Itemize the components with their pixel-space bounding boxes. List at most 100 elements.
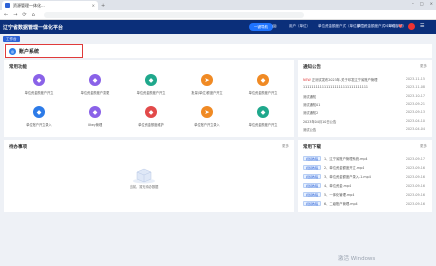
notice-date: 2023-04-10 (405, 118, 425, 123)
browser-tab-title: 资源管理一体化... (13, 2, 45, 8)
function-icon: ◆ (33, 74, 45, 86)
function-label: Ukey管理 (87, 123, 103, 127)
download-tag: 视频教程 (303, 174, 322, 179)
notice-row[interactable]: 1111111111111111111111111111111 2023-11-0… (303, 85, 425, 89)
function-icon: ◆ (33, 106, 45, 118)
year-selector[interactable]: 2023年 (384, 24, 396, 29)
notice-title: 测试通知2 (303, 110, 406, 115)
notices-title: 通知公告 (303, 65, 321, 70)
close-window-button[interactable]: × (430, 1, 433, 6)
download-name: 4、单位资金.mp4 (324, 184, 352, 188)
function-label: 单位资金额度户变更 (80, 91, 110, 95)
common-functions-title: 常用功能 (9, 65, 27, 70)
notice-row[interactable]: 测试通知2 2023-09-13 (303, 110, 425, 115)
download-row[interactable]: 视频教程 2、单位资金额度开立.mp4 2023-09-16 (303, 165, 425, 170)
download-tag: 视频教程 (303, 165, 322, 170)
function-item[interactable]: ➤ 单位账户开立录入 (182, 106, 232, 127)
tab-close-icon[interactable]: × (92, 3, 95, 8)
mail-icon[interactable]: ✉ (271, 23, 278, 30)
download-date: 2023-09-16 (405, 165, 425, 170)
new-tab-button[interactable]: + (101, 3, 105, 9)
notice-title-text: 测试通知2 (303, 111, 319, 116)
reload-icon[interactable]: ⟳ (22, 12, 26, 18)
download-name: 3、单位资金额度户录入-1.mp4 (324, 175, 371, 179)
download-row[interactable]: 视频教程 3、单位资金额度户录入-1.mp4 2023-09-16 (303, 174, 425, 179)
function-item[interactable]: ◆ 单位资金额度户开立 (238, 74, 288, 95)
function-icon: ◆ (257, 106, 269, 118)
window-controls: – □ × (412, 1, 433, 6)
download-row[interactable]: 视频教程 6、二级账户管理.mp4 2023-09-16 (303, 201, 425, 206)
function-label: 单位资金额度户开立 (136, 91, 166, 95)
download-row[interactable]: 视频教程 4、单位资金.mp4 2023-09-16 (303, 183, 425, 188)
function-item[interactable]: ◆ 单位资金额度户开立 (126, 74, 176, 95)
notice-title: 测试公告 (303, 127, 406, 132)
function-label: 单位账户开立录入 (26, 123, 52, 127)
todo-empty-text: 当前，暂无待办数据 (129, 185, 159, 189)
account-system-button[interactable]: ◎ 账户系统 (5, 44, 84, 58)
menu-icon[interactable]: ☰ (420, 23, 424, 29)
download-tag: 视频教程 (303, 156, 322, 161)
function-item[interactable]: ◆ Ukey管理 (70, 106, 120, 127)
download-date: 2023-09-16 (405, 183, 425, 188)
todo-title: 待办事项 (9, 145, 27, 150)
function-label: 单位资金额度户开立 (248, 91, 278, 95)
notice-date: 2023-10-17 (405, 93, 425, 98)
notice-title-text: 测试通知 (303, 94, 317, 99)
notices-more-link[interactable]: 更多 (420, 64, 427, 69)
notice-row[interactable]: 测试通知 2023-10-17 (303, 94, 425, 99)
account-system-label: 账户系统 (19, 48, 40, 55)
notice-row[interactable]: 测试通知01 2023-09-21 (303, 102, 425, 107)
home-icon[interactable]: ⌂ (32, 12, 35, 18)
user-label[interactable]: 用户（单位） (289, 24, 310, 29)
function-item[interactable]: ◆ 单位资金额度维护 (126, 106, 176, 127)
minimize-button[interactable]: – (412, 1, 414, 6)
empty-box-icon (133, 168, 155, 184)
download-date: 2023-09-16 (405, 174, 425, 179)
function-item[interactable]: ➤ 批量(单位)额度户开立 (182, 74, 232, 95)
function-icon: ➤ (201, 74, 213, 86)
notice-title-text: 2023年04月10日公告 (303, 119, 337, 124)
download-row[interactable]: 视频教程 5、一体化管理.mp4 2023-09-16 (303, 192, 425, 197)
function-label: 单位资金额度户开立 (24, 91, 54, 95)
notice-title: 1111111111111111111111111111111 (303, 85, 406, 89)
download-tag: 视频教程 (303, 201, 322, 206)
browser-tabbar: 资源管理一体化... × + (0, 0, 436, 10)
notice-title-text: 1111111111111111111111111111111 (303, 85, 369, 90)
url-input[interactable] (43, 11, 304, 18)
function-icon: ◆ (257, 74, 269, 86)
notice-date: 2023-11-15 (405, 77, 425, 81)
function-icon: ◆ (89, 106, 101, 118)
downloads-more-link[interactable]: 更多 (420, 144, 427, 149)
notice-date: 2023-09-13 (405, 110, 425, 115)
workbench-tab[interactable]: 工作台 (3, 36, 20, 42)
function-item[interactable]: ◆ 单位资金额度户开立 (14, 74, 64, 95)
notice-row[interactable]: NEW正测试发布2023年-关于印发辽宁省账户管理 2023-11-15 (303, 77, 425, 82)
windows-activation-watermark: 激活 Windows (338, 256, 376, 262)
download-date: 2023-09-16 (405, 201, 425, 206)
function-icon: ◆ (145, 106, 157, 118)
forward-icon[interactable]: → (13, 12, 17, 18)
todo-more-link[interactable]: 更多 (282, 144, 289, 149)
notice-title: 测试通知 (303, 94, 406, 99)
todo-panel: 待办事项 更多 当前，暂无待办数据 (4, 140, 294, 212)
function-item[interactable]: ◆ 单位资金额度户开立 (238, 106, 288, 127)
notices-panel: 通知公告 更多 NEW正测试发布2023年-关于印发辽宁省账户管理 2023-11… (298, 60, 432, 137)
back-icon[interactable]: ← (4, 12, 8, 18)
maximize-button[interactable]: □ (420, 1, 424, 6)
function-label: 单位资金额度维护 (138, 123, 164, 127)
notice-row[interactable]: 测试公告 2023-04-04 (303, 127, 425, 132)
download-name: 1、辽宁省账户管理系统.mp4 (324, 157, 368, 161)
nav-pill-button[interactable]: 一键导航 (249, 23, 273, 31)
notice-row[interactable]: 2023年04月10日公告 2023-04-10 (303, 119, 425, 124)
download-row[interactable]: 视频教程 1、辽宁省账户管理系统.mp4 2023-09-17 (303, 156, 425, 161)
notice-title: 测试通知01 (303, 102, 406, 107)
heart-icon[interactable]: ♥ (397, 23, 404, 30)
function-item[interactable]: ◆ 单位账户开立录入 (14, 106, 64, 127)
account-icon: ◎ (9, 47, 16, 55)
browser-tab[interactable]: 资源管理一体化... × (2, 1, 98, 10)
avatar[interactable] (408, 23, 415, 30)
download-tag: 视频教程 (303, 183, 322, 188)
function-item[interactable]: ◆ 单位资金额度户变更 (70, 74, 120, 95)
notice-title-text: 测试公告 (303, 127, 317, 132)
download-name: 6、二级账户管理.mp4 (324, 202, 358, 206)
